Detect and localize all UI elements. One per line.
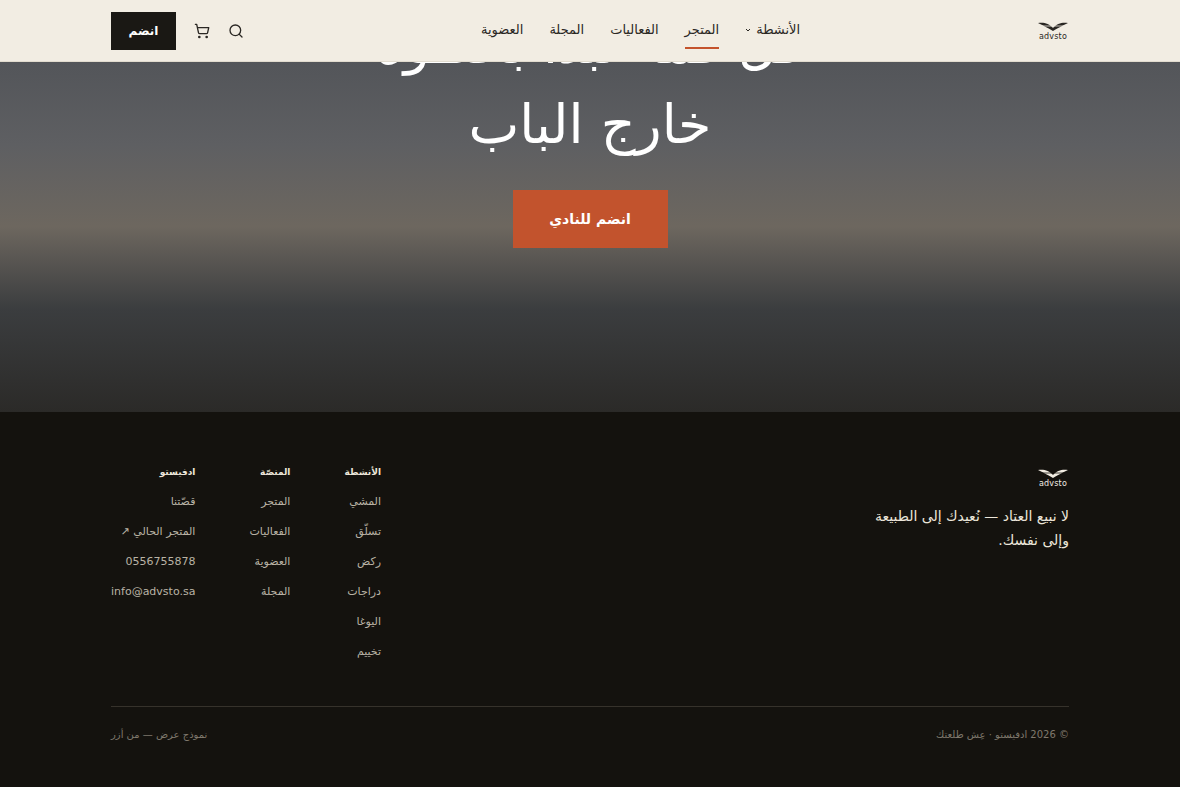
join-button[interactable]: انضم bbox=[111, 12, 176, 50]
footer-logo-text: advsto bbox=[1039, 479, 1067, 488]
header-actions: انضم bbox=[111, 12, 244, 50]
footer-link[interactable]: ركض bbox=[344, 553, 381, 570]
footer-column-title: ادفيستو bbox=[111, 467, 195, 477]
logo[interactable]: advsto bbox=[1037, 20, 1069, 41]
footer-column-title: المنصّة bbox=[249, 467, 290, 477]
footer-link[interactable]: العضوية bbox=[249, 553, 290, 570]
nav: الأنشطة المتجر الفعاليات المجلة العضوية bbox=[481, 12, 800, 49]
footer-tagline: لا نبيع العتاد — نُعيدك إلى الطبيعة وإلى… bbox=[854, 504, 1069, 552]
logo-text: advsto bbox=[1039, 32, 1067, 41]
cart-icon bbox=[194, 23, 210, 39]
footer-note: نموذج عرض — من أزر bbox=[111, 729, 207, 740]
footer-column: ادفيستو قصّتنا المتجر الحالي ↗ 0556755878 in… bbox=[111, 467, 195, 600]
footer-link[interactable]: المجلة bbox=[249, 583, 290, 600]
footer-link[interactable]: المشي bbox=[344, 493, 381, 510]
nav-item[interactable]: الفعاليات bbox=[610, 12, 658, 49]
footer-columns: الأنشطة المشي تسلّق ركض دراجات اليوغا تخييم الم… bbox=[111, 467, 381, 660]
cart-button[interactable] bbox=[194, 23, 210, 39]
hero-headline: خارج الباب bbox=[469, 85, 712, 165]
logo-icon bbox=[1038, 20, 1068, 32]
footer-divider bbox=[111, 706, 1069, 707]
copyright: © 2026 ادفيستو · عِش طلعتك bbox=[936, 729, 1069, 740]
footer-column-title: الأنشطة bbox=[344, 467, 381, 477]
footer-link[interactable]: تسلّق bbox=[344, 523, 381, 540]
nav-item[interactable]: المجلة bbox=[549, 12, 584, 49]
chevron-icon bbox=[745, 27, 751, 33]
page: advsto الأنشطة المتجر الفعاليات المجلة العضوي… bbox=[0, 0, 1180, 787]
search-button[interactable] bbox=[228, 23, 244, 39]
footer-main: advsto لا نبيع العتاد — نُعيدك إلى الطبيع… bbox=[111, 467, 1069, 660]
footer-column: الأنشطة المشي تسلّق ركض دراجات اليوغا تخييم bbox=[344, 467, 381, 660]
nav-item[interactable]: العضوية bbox=[481, 12, 523, 49]
footer-link[interactable]: دراجات bbox=[344, 583, 381, 600]
footer-link[interactable]: قصّتنا bbox=[111, 493, 195, 510]
header: advsto الأنشطة المتجر الفعاليات المجلة العضوي… bbox=[0, 0, 1180, 62]
hero-cta-button[interactable]: انضم للنادي bbox=[513, 190, 668, 248]
search-icon bbox=[228, 23, 244, 39]
footer-link[interactable]: اليوغا bbox=[344, 613, 381, 630]
footer-inner: advsto لا نبيع العتاد — نُعيدك إلى الطبيع… bbox=[111, 467, 1069, 740]
footer-link[interactable]: المتجر bbox=[249, 493, 290, 510]
footer-column: المنصّة المتجر الفعاليات العضوية المجلة bbox=[249, 467, 290, 600]
footer: advsto لا نبيع العتاد — نُعيدك إلى الطبيع… bbox=[0, 412, 1180, 772]
footer-bottom: © 2026 ادفيستو · عِش طلعتك نموذج عرض — من… bbox=[111, 729, 1069, 740]
footer-brand: advsto لا نبيع العتاد — نُعيدك إلى الطبيع… bbox=[854, 467, 1069, 552]
nav-item[interactable]: الأنشطة bbox=[745, 12, 800, 49]
footer-link[interactable]: 0556755878 bbox=[111, 553, 195, 570]
nav-item[interactable]: المتجر bbox=[685, 12, 720, 49]
header-inner: advsto الأنشطة المتجر الفعاليات المجلة العضوي… bbox=[111, 0, 1069, 61]
logo-icon bbox=[1038, 467, 1068, 479]
footer-link[interactable]: info@advsto.sa bbox=[111, 583, 195, 600]
footer-link[interactable]: تخييم bbox=[344, 643, 381, 660]
footer-logo[interactable]: advsto bbox=[1037, 467, 1069, 488]
footer-link[interactable]: الفعاليات bbox=[249, 523, 290, 540]
footer-link[interactable]: المتجر الحالي ↗ bbox=[111, 523, 195, 540]
